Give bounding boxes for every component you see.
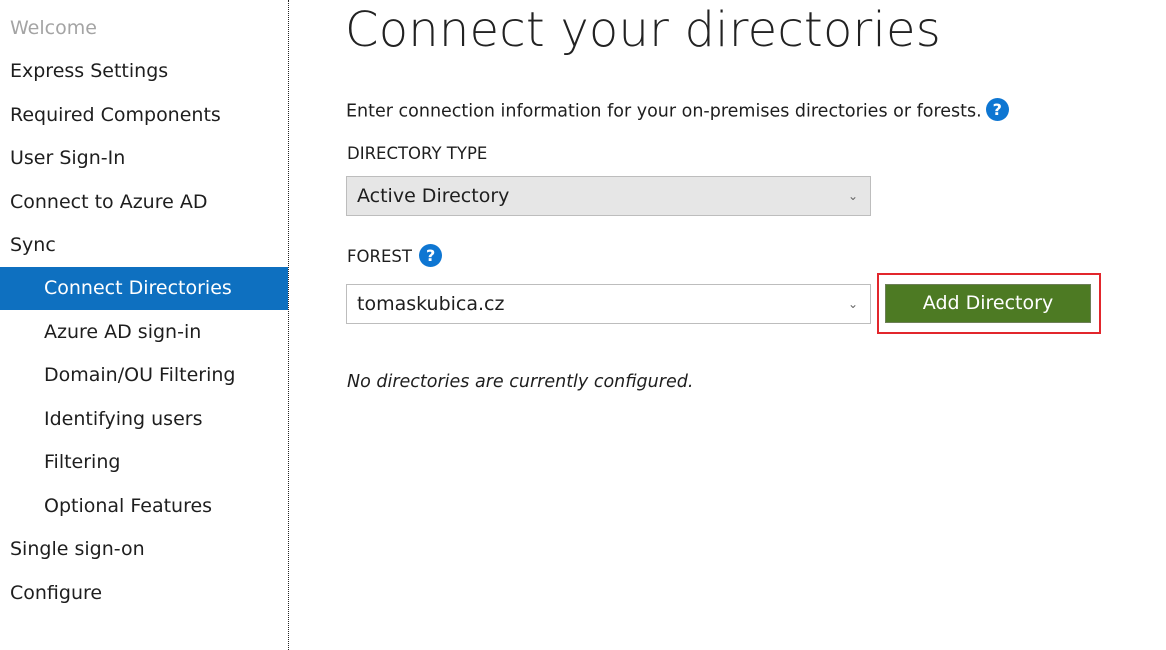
empty-directories-message: No directories are currently configured. bbox=[347, 372, 694, 392]
sidebar-item-express-settings[interactable]: Express Settings bbox=[0, 50, 288, 93]
directory-type-label: DIRECTORY TYPE bbox=[347, 144, 488, 163]
wizard-sidebar: Welcome Express Settings Required Compon… bbox=[0, 0, 289, 650]
chevron-down-icon: ⌄ bbox=[847, 189, 858, 203]
sidebar-item-domain-ou-filtering[interactable]: Domain/OU Filtering bbox=[0, 354, 288, 397]
sidebar-item-configure[interactable]: Configure bbox=[0, 572, 288, 615]
sidebar-item-welcome[interactable]: Welcome bbox=[0, 7, 288, 50]
forest-value: tomaskubica.cz bbox=[357, 293, 505, 315]
sidebar-item-connect-directories[interactable]: Connect Directories bbox=[0, 267, 288, 310]
help-icon[interactable]: ? bbox=[985, 98, 1009, 121]
help-icon[interactable]: ? bbox=[419, 244, 443, 267]
page-title: Connect your directories bbox=[345, 2, 941, 58]
sidebar-item-filtering[interactable]: Filtering bbox=[0, 441, 288, 484]
sidebar-item-identifying-users[interactable]: Identifying users bbox=[0, 398, 288, 441]
sidebar-item-single-sign-on[interactable]: Single sign-on bbox=[0, 528, 288, 571]
sidebar-item-azure-ad-sign-in[interactable]: Azure AD sign-in bbox=[0, 311, 288, 354]
forest-combobox[interactable]: tomaskubica.cz ⌄ bbox=[346, 284, 871, 324]
add-directory-button[interactable]: Add Directory bbox=[885, 284, 1091, 323]
directory-type-select[interactable]: Active Directory ⌄ bbox=[346, 176, 871, 216]
sidebar-item-sync[interactable]: Sync bbox=[0, 224, 288, 267]
sidebar-item-connect-to-azure-ad[interactable]: Connect to Azure AD bbox=[0, 181, 288, 224]
intro-label: Enter connection information for your on… bbox=[346, 101, 982, 122]
directory-type-value: Active Directory bbox=[357, 185, 510, 207]
forest-label: FOREST ? bbox=[347, 244, 443, 269]
sidebar-item-optional-features[interactable]: Optional Features bbox=[0, 485, 288, 528]
sidebar-item-required-components[interactable]: Required Components bbox=[0, 94, 288, 137]
intro-text: Enter connection information for your on… bbox=[346, 98, 1009, 123]
chevron-down-icon[interactable]: ⌄ bbox=[848, 285, 858, 323]
sidebar-item-user-sign-in[interactable]: User Sign-In bbox=[0, 137, 288, 180]
forest-label-text: FOREST bbox=[347, 247, 412, 266]
add-directory-highlight: Add Directory bbox=[877, 273, 1101, 334]
